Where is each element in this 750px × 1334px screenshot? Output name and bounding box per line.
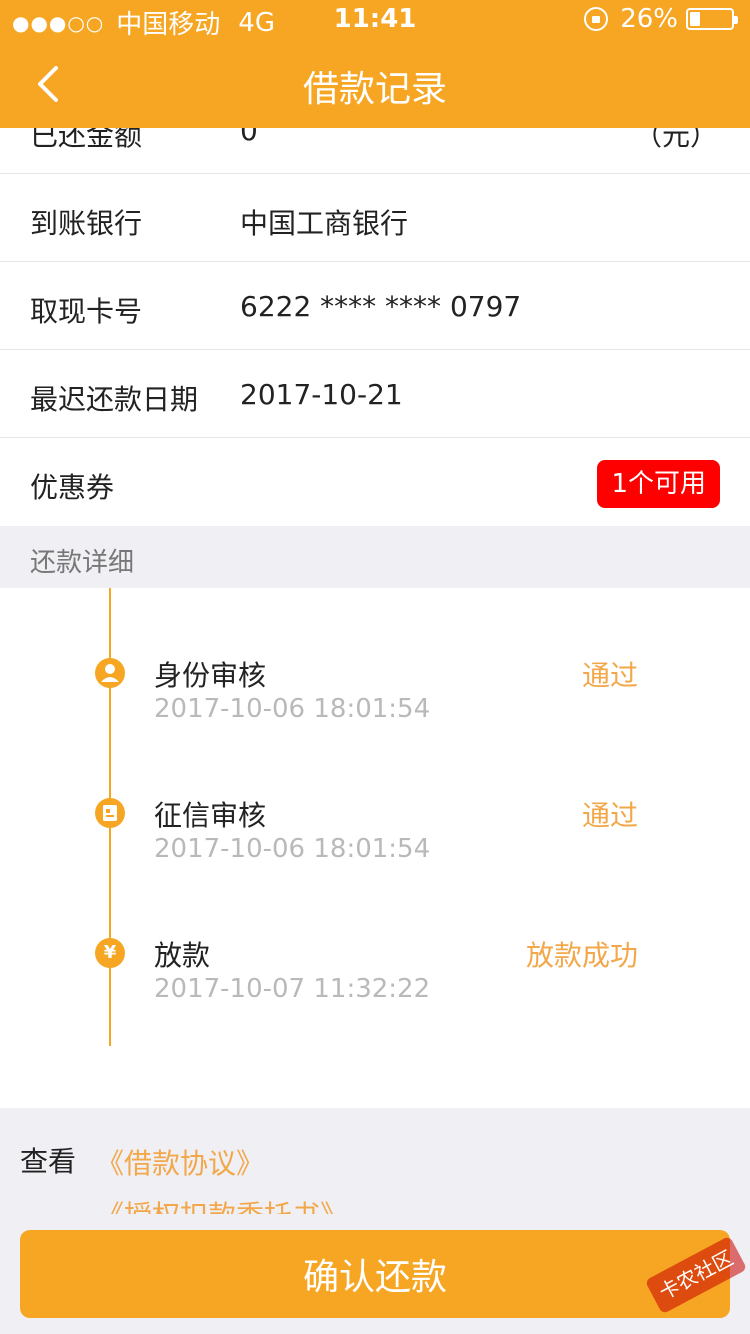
info-value: 6222 **** **** 0797 bbox=[240, 290, 522, 323]
bottom-action-bar: 确认还款 卡农社区 bbox=[0, 1214, 750, 1334]
links-label: 查看 bbox=[20, 1145, 77, 1178]
battery-icon bbox=[686, 8, 738, 30]
person-icon bbox=[95, 658, 125, 688]
repayment-timeline: 身份审核 2017-10-06 18:01:54 通过 征信审核 2017-10… bbox=[0, 588, 750, 1108]
nav-bar: 借款记录 bbox=[0, 40, 750, 128]
timeline-title: 放款 bbox=[154, 939, 211, 972]
timeline-item-credit: 征信审核 2017-10-06 18:01:54 通过 bbox=[0, 796, 750, 886]
battery-cap bbox=[734, 16, 738, 24]
timeline-item-disbursement: ¥ 放款 2017-10-07 11:32:22 放款成功 bbox=[0, 936, 750, 1026]
id-card-icon bbox=[95, 798, 125, 828]
battery-fill bbox=[690, 12, 700, 26]
info-value: 中国工商银行 bbox=[240, 207, 409, 240]
rotation-lock-icon bbox=[584, 7, 609, 31]
info-unit: （元） bbox=[633, 128, 718, 152]
timeline-title: 身份审核 bbox=[154, 659, 267, 692]
timeline-time: 2017-10-07 11:32:22 bbox=[154, 974, 431, 1004]
info-row-repaid-amount: 已还金额 0 （元） bbox=[0, 128, 750, 174]
info-label: 已还金额 bbox=[30, 128, 143, 152]
status-right: 26% bbox=[584, 4, 738, 34]
loan-agreement-link[interactable]: 《借款协议》 bbox=[96, 1142, 264, 1182]
info-label: 取现卡号 bbox=[30, 295, 143, 328]
loan-info-list: 已还金额 0 （元） 到账银行 中国工商银行 取现卡号 6222 **** **… bbox=[0, 128, 750, 526]
confirm-repayment-button[interactable]: 确认还款 bbox=[20, 1230, 730, 1318]
info-row-coupon[interactable]: 优惠券 1个可用 bbox=[0, 438, 750, 526]
timeline-time: 2017-10-06 18:01:54 bbox=[154, 834, 431, 864]
battery-percent: 26% bbox=[620, 4, 678, 34]
timeline-time: 2017-10-06 18:01:54 bbox=[154, 694, 431, 724]
yen-icon: ¥ bbox=[95, 938, 125, 968]
agreement-links: 查看 《借款协议》 《授权扣款委托书》 bbox=[0, 1108, 750, 1214]
coupon-badge[interactable]: 1个可用 bbox=[597, 460, 720, 508]
info-label: 优惠券 bbox=[30, 471, 115, 504]
section-header-repayment-detail: 还款详细 bbox=[0, 526, 750, 588]
timeline-item-identity: 身份审核 2017-10-06 18:01:54 通过 bbox=[0, 656, 750, 746]
page-title: 借款记录 bbox=[302, 69, 447, 110]
info-label: 到账银行 bbox=[30, 207, 143, 240]
info-value: 2017-10-21 bbox=[240, 378, 403, 411]
timeline-status: 通过 bbox=[581, 659, 638, 692]
timeline-status: 通过 bbox=[581, 799, 638, 832]
info-row-card-number: 取现卡号 6222 **** **** 0797 bbox=[0, 262, 750, 350]
info-row-bank: 到账银行 中国工商银行 bbox=[0, 174, 750, 262]
debit-authorization-link[interactable]: 《授权扣款委托书》 bbox=[96, 1194, 348, 1214]
timeline-title: 征信审核 bbox=[154, 799, 267, 832]
info-row-due-date: 最迟还款日期 2017-10-21 bbox=[0, 350, 750, 438]
status-bar: ●●●○○ 中国移动 4G 11:41 26% bbox=[0, 0, 750, 40]
info-label: 最迟还款日期 bbox=[30, 383, 199, 416]
info-value: 0 bbox=[240, 128, 258, 147]
timeline-status: 放款成功 bbox=[525, 939, 638, 972]
content-scroll[interactable]: 已还金额 0 （元） 到账银行 中国工商银行 取现卡号 6222 **** **… bbox=[0, 128, 750, 1214]
